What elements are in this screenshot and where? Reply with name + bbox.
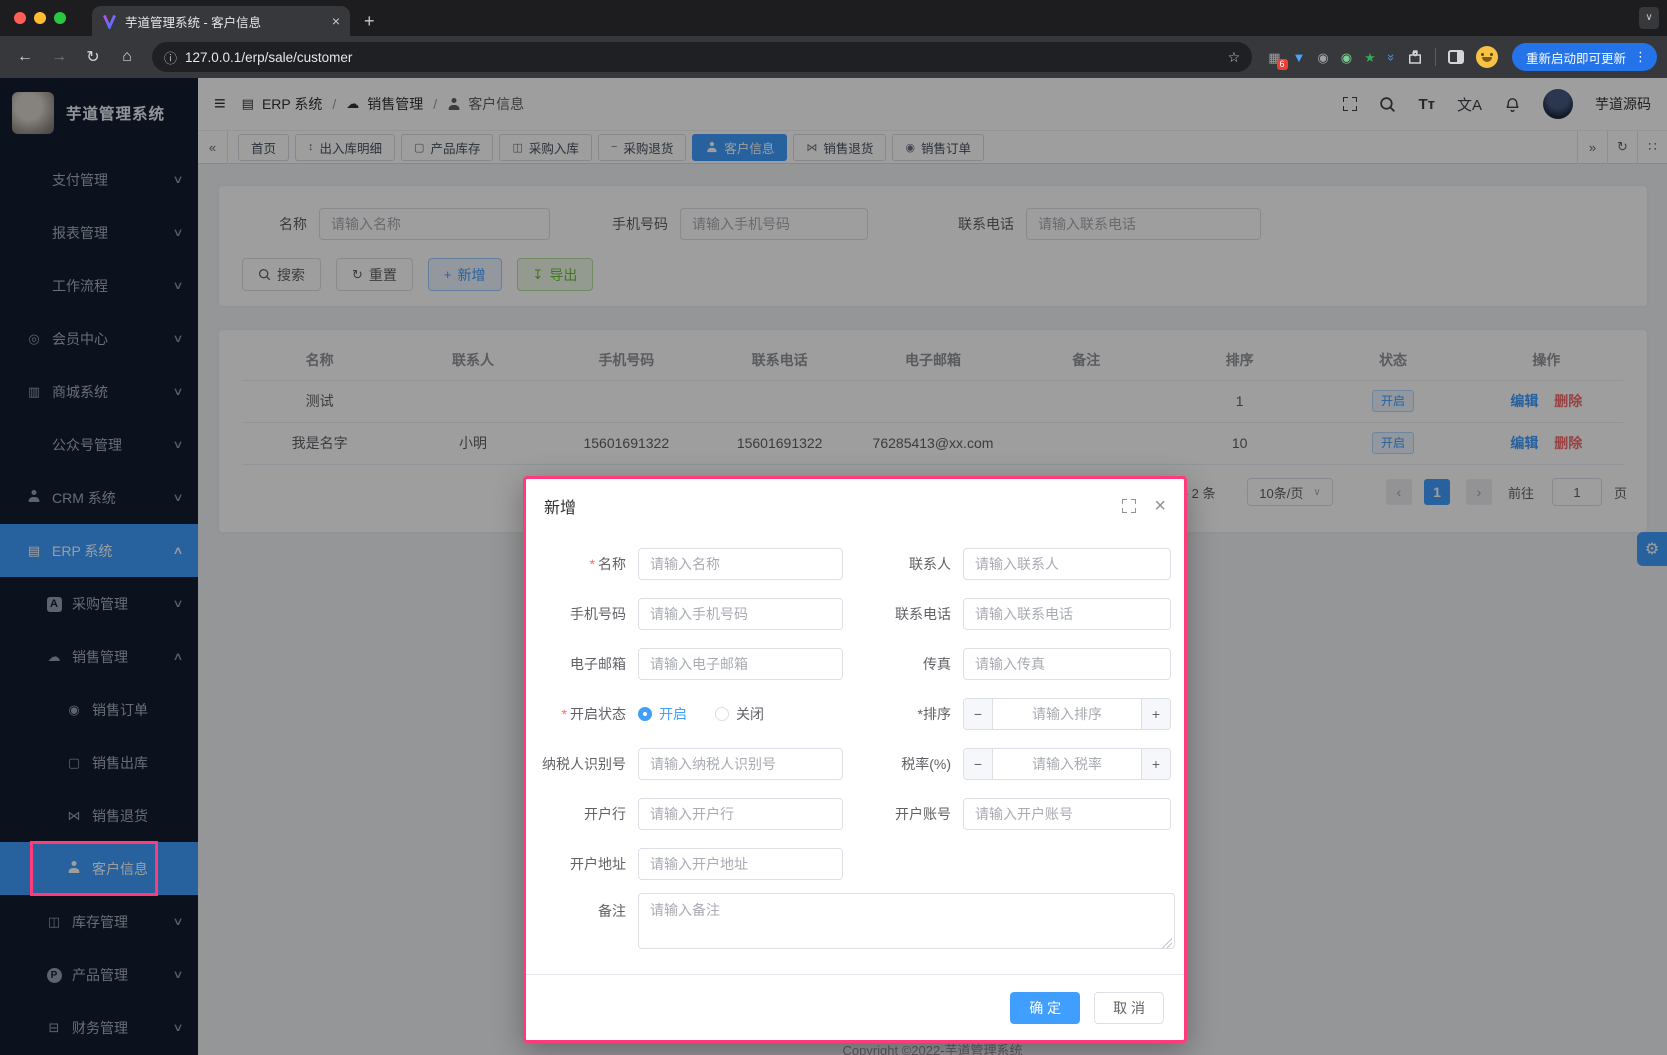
url-text: 127.0.0.1/erp/sale/customer <box>185 50 1220 65</box>
window-minimize-button[interactable] <box>34 12 46 24</box>
forward-icon[interactable]: → <box>44 42 74 72</box>
field-remark-label: 备注 <box>526 901 638 921</box>
chrome-update-button[interactable]: 重新启动即可更新 ⋮ <box>1512 43 1657 71</box>
extension-icons: ▦ 6 ▼ ◉ ◉ ★ » <box>1268 46 1498 68</box>
field-email-label: 电子邮箱 <box>526 654 638 674</box>
field-address-label: 开户地址 <box>526 854 638 874</box>
extension-circle-icon[interactable]: ◉ <box>1317 51 1328 64</box>
sort-input[interactable] <box>993 699 1141 729</box>
field-account-input[interactable] <box>963 798 1171 830</box>
field-mobile-label: 手机号码 <box>526 604 638 624</box>
field-fax-label: 传真 <box>843 654 963 674</box>
field-taxrate-label: 税率(%) <box>843 754 963 774</box>
field-tel-label: 联系电话 <box>843 604 963 624</box>
favicon <box>102 14 117 29</box>
dialog-header: 新增 × <box>526 479 1184 533</box>
radio-status-off[interactable]: 关闭 <box>715 704 764 724</box>
field-name-input[interactable] <box>638 548 843 580</box>
plus-button[interactable]: + <box>1141 699 1170 729</box>
reload-icon[interactable]: ↻ <box>78 42 108 72</box>
tab-close-icon[interactable]: × <box>332 13 340 29</box>
browser-tab-title: 芋道管理系统 - 客户信息 <box>125 12 324 31</box>
bookmark-star-icon[interactable]: ☆ <box>1228 49 1241 66</box>
radio-dot <box>638 707 652 721</box>
taxrate-number-input: − + <box>963 748 1171 780</box>
status-radio-group: 开启 关闭 <box>638 704 843 724</box>
browser-chrome: 芋道管理系统 - 客户信息 × + ∨ ← → ↻ ⌂ ⓘ 127.0.0.1/… <box>0 0 1667 78</box>
field-status-label: *开启状态 <box>526 704 638 724</box>
extension-star-icon[interactable]: ★ <box>1364 51 1376 64</box>
extension-kite-icon[interactable]: ▼ <box>1293 51 1306 64</box>
toolbar-divider <box>1435 48 1436 66</box>
confirm-button[interactable]: 确 定 <box>1010 992 1080 1024</box>
add-customer-dialog: 新增 × *名称 联系人 手机号码 联系电话 电子邮箱 传真 *开启状态 <box>523 476 1187 1043</box>
chrome-menu-icon[interactable]: ⋮ <box>1634 49 1647 65</box>
dialog-footer: 确 定 取 消 <box>526 974 1184 1040</box>
browser-toolbar: ← → ↻ ⌂ ⓘ 127.0.0.1/erp/sale/customer ☆ … <box>0 36 1667 78</box>
window-zoom-button[interactable] <box>54 12 66 24</box>
radio-status-on[interactable]: 开启 <box>638 704 687 724</box>
field-tel-input[interactable] <box>963 598 1171 630</box>
taxrate-input[interactable] <box>993 749 1141 779</box>
dialog-fullscreen-icon[interactable] <box>1122 499 1136 513</box>
tab-search-button[interactable]: ∨ <box>1639 7 1659 29</box>
field-mobile-input[interactable] <box>638 598 843 630</box>
browser-tab[interactable]: 芋道管理系统 - 客户信息 × <box>92 6 350 36</box>
window-close-button[interactable] <box>14 12 26 24</box>
dialog-form: *名称 联系人 手机号码 联系电话 电子邮箱 传真 *开启状态 开启 <box>526 533 1184 951</box>
address-bar[interactable]: ⓘ 127.0.0.1/erp/sale/customer ☆ <box>152 42 1252 72</box>
field-contact-label: 联系人 <box>843 554 963 574</box>
field-fax-input[interactable] <box>963 648 1171 680</box>
field-remark-textarea[interactable] <box>638 893 1175 949</box>
cancel-button[interactable]: 取 消 <box>1094 992 1164 1024</box>
field-email-input[interactable] <box>638 648 843 680</box>
field-contact-input[interactable] <box>963 548 1171 580</box>
extension-badge: 6 <box>1277 59 1288 70</box>
field-name-label: *名称 <box>526 554 638 574</box>
dialog-title: 新增 <box>544 494 576 518</box>
window-controls <box>14 12 66 24</box>
home-icon[interactable]: ⌂ <box>112 42 142 72</box>
extensions-puzzle-icon[interactable] <box>1407 49 1423 65</box>
site-info-icon[interactable]: ⓘ <box>164 48 177 67</box>
extension-chevrons-icon[interactable]: » <box>1385 53 1398 60</box>
browser-tab-strip: 芋道管理系统 - 客户信息 × + ∨ <box>0 0 1667 36</box>
plus-button[interactable]: + <box>1141 749 1170 779</box>
field-sort-label: *排序 <box>843 704 963 724</box>
sort-number-input: − + <box>963 698 1171 730</box>
side-panel-icon[interactable] <box>1448 50 1464 64</box>
minus-button[interactable]: − <box>964 749 993 779</box>
new-tab-button[interactable]: + <box>364 6 375 36</box>
minus-button[interactable]: − <box>964 699 993 729</box>
extension-green-circle-icon[interactable]: ◉ <box>1341 51 1352 64</box>
update-label: 重新启动即可更新 <box>1526 48 1626 67</box>
profile-avatar[interactable] <box>1476 46 1498 68</box>
field-bank-label: 开户行 <box>526 804 638 824</box>
field-taxno-input[interactable] <box>638 748 843 780</box>
radio-dot <box>715 707 729 721</box>
dialog-close-icon[interactable]: × <box>1154 496 1166 516</box>
back-icon[interactable]: ← <box>10 42 40 72</box>
field-account-label: 开户账号 <box>843 804 963 824</box>
extension-grid-icon[interactable]: ▦ 6 <box>1268 51 1280 64</box>
field-taxno-label: 纳税人识别号 <box>526 754 638 774</box>
field-bank-input[interactable] <box>638 798 843 830</box>
field-address-input[interactable] <box>638 848 843 880</box>
